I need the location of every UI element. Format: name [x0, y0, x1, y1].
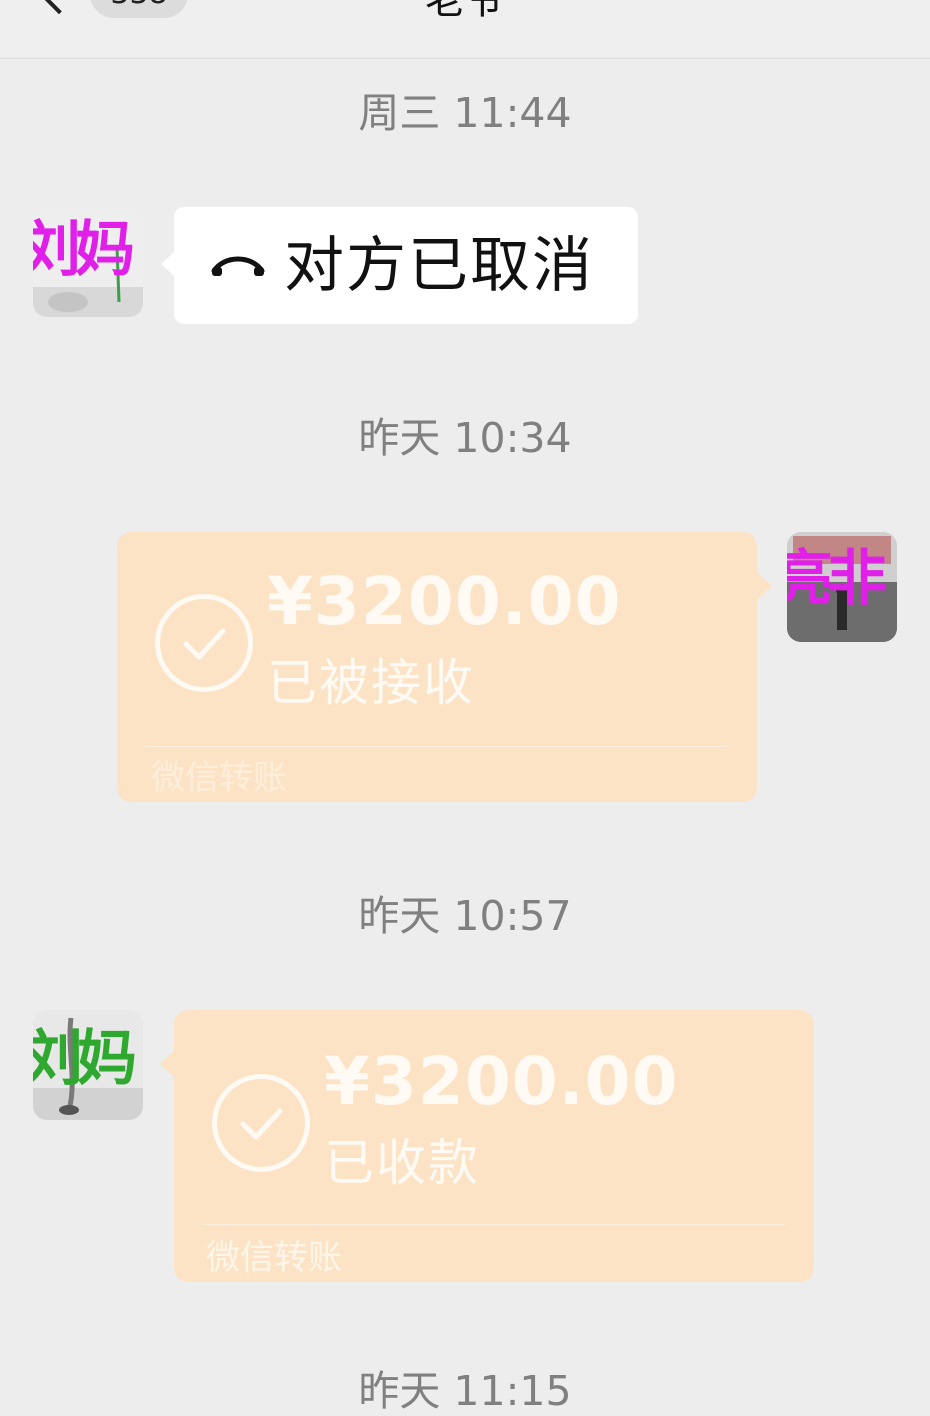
transfer-card-sent[interactable]: ¥3200.00 已被接收 微信转账	[117, 532, 757, 802]
unread-count-badge[interactable]: 338	[90, 0, 188, 18]
transfer-card-received[interactable]: ¥3200.00 已收款 微信转账	[174, 1010, 814, 1282]
timestamp: 周三 11:44	[358, 89, 572, 137]
divider	[202, 1224, 786, 1225]
bubble-tail	[160, 1050, 175, 1078]
transfer-amount: ¥3200.00	[267, 563, 622, 640]
transfer-status: 已被接收	[267, 654, 475, 712]
phone-hangup-icon	[211, 256, 265, 276]
transfer-status: 已收款	[324, 1134, 480, 1192]
check-circle-icon	[212, 1074, 310, 1172]
chat-title: 老爷	[425, 0, 505, 23]
sender-tag: 刘妈	[33, 215, 135, 285]
sender-tag: 亮非	[787, 544, 887, 614]
avatar[interactable]: 亮非	[787, 532, 897, 642]
timestamp: 昨天 10:34	[358, 414, 572, 462]
avatar[interactable]: 刘妈	[33, 1010, 143, 1120]
call-status-text: 对方已取消	[284, 231, 594, 301]
transfer-footer: 微信转账	[206, 1238, 342, 1278]
timestamp: 昨天 10:57	[358, 892, 572, 940]
sender-tag: 刘妈	[33, 1024, 137, 1094]
check-circle-icon	[155, 594, 253, 692]
chat-header: 338 老爷	[0, 0, 930, 59]
transfer-footer: 微信转账	[151, 758, 287, 798]
avatar[interactable]: 刘妈	[33, 207, 143, 317]
back-chevron-icon[interactable]	[37, 0, 81, 15]
transfer-amount: ¥3200.00	[324, 1043, 679, 1120]
divider	[145, 746, 729, 747]
bubble-tail	[757, 572, 772, 600]
call-message-bubble[interactable]: 对方已取消	[161, 207, 638, 324]
timestamp: 昨天 11:15	[358, 1367, 572, 1415]
